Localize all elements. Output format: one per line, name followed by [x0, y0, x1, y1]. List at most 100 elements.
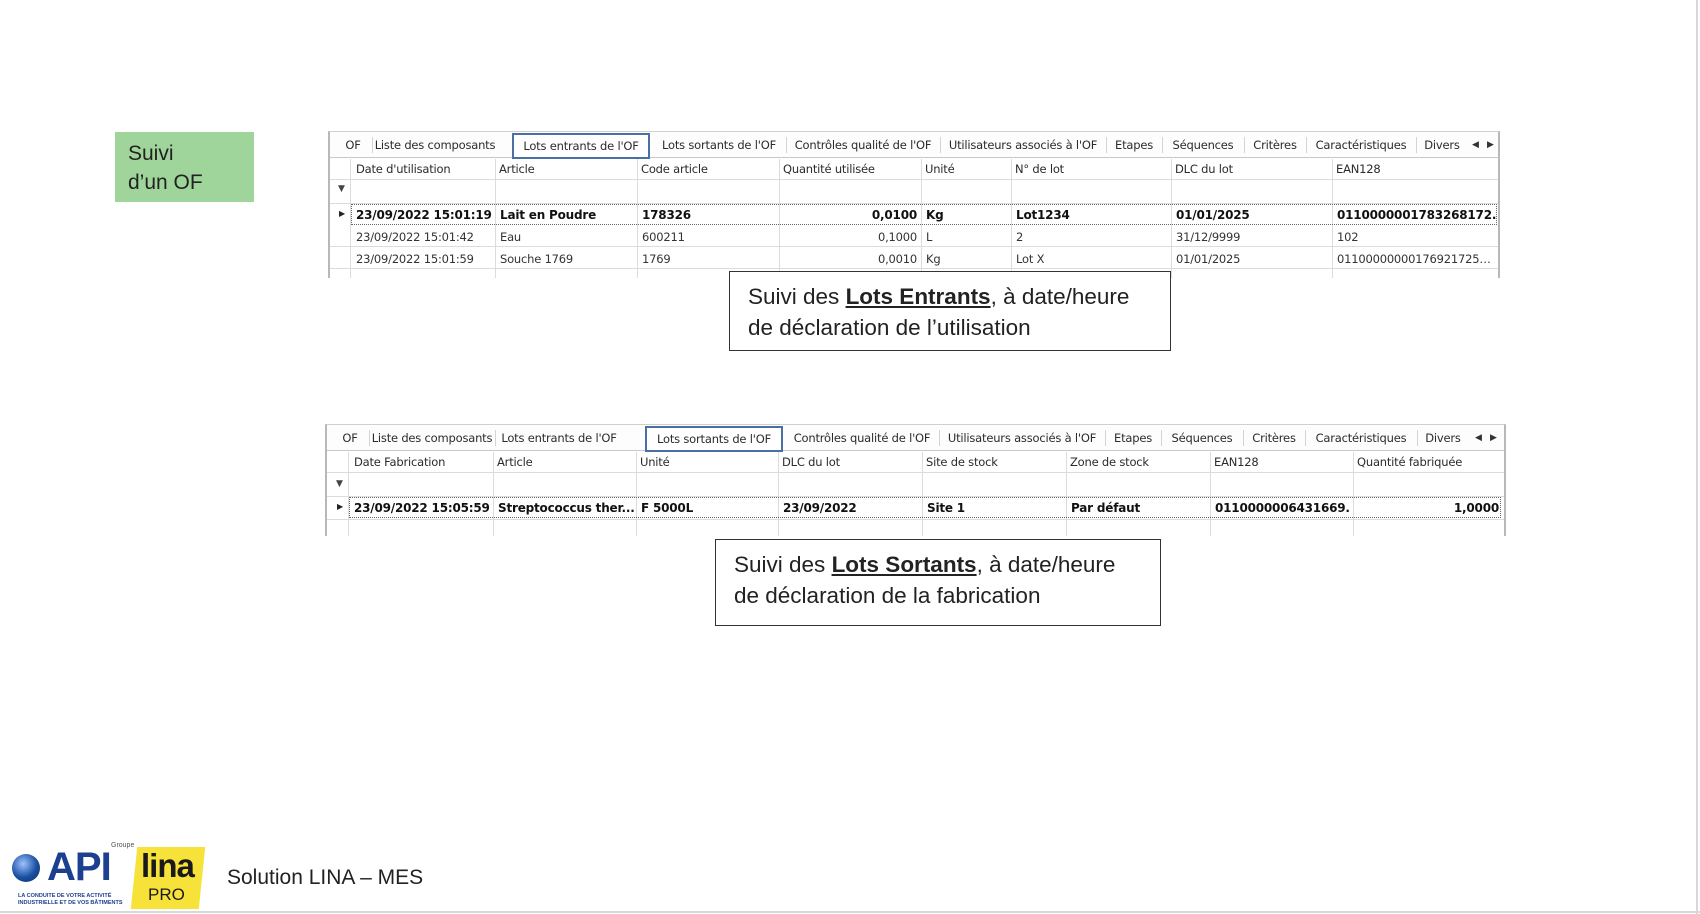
- cell-date: 23/09/2022 15:01:19: [356, 208, 492, 222]
- api-groupe-label: Groupe: [111, 842, 135, 849]
- column-header[interactable]: Site de stock: [926, 452, 998, 472]
- cell-code-article: 178326: [642, 208, 691, 222]
- chevron-left-icon[interactable]: ◀: [1472, 132, 1479, 158]
- tab-lots-entrants[interactable]: Lots entrants de l'OF: [512, 133, 650, 159]
- callout1-line1: Suivi des Lots Entrants, à date/heure: [748, 284, 1130, 309]
- api-globe-icon: [12, 854, 40, 882]
- column-header[interactable]: Quantité fabriquée: [1357, 452, 1462, 472]
- callout2-emphasis: Lots Sortants: [831, 552, 977, 577]
- tab-utilisateurs[interactable]: Utilisateurs associés à l'OF: [942, 132, 1104, 158]
- panel1-tab-bar: OF Liste des composants Lots entrants de…: [330, 132, 1498, 159]
- column-header[interactable]: Date Fabrication: [354, 452, 445, 472]
- chevron-right-icon[interactable]: ▶: [1490, 425, 1497, 451]
- page-right-border: [1696, 0, 1698, 914]
- column-header[interactable]: Article: [497, 452, 533, 472]
- panel2-tab-bar: OF Liste des composants Lots entrants de…: [327, 425, 1504, 452]
- slide-title-line2: d’un OF: [128, 171, 203, 194]
- cell-date-fabrication: 23/09/2022 15:05:59: [354, 501, 490, 515]
- tab-criteres[interactable]: Critères: [1246, 132, 1304, 158]
- cell-dlc: 23/09/2022: [783, 501, 857, 515]
- tab-caracteristiques[interactable]: Caractéristiques: [1307, 425, 1415, 451]
- cell-code-article: 600211: [642, 230, 685, 244]
- cell-unite: L: [926, 230, 933, 244]
- cell-zone-stock: Par défaut: [1071, 501, 1140, 515]
- tab-controles-qualite[interactable]: Contrôles qualité de l'OF: [788, 132, 938, 158]
- column-header[interactable]: DLC du lot: [782, 452, 840, 472]
- filter-icon[interactable]: ▼: [338, 184, 345, 194]
- cell-quantite: 0,1000: [877, 230, 917, 244]
- column-header[interactable]: EAN128: [1214, 452, 1259, 472]
- column-header[interactable]: Quantité utilisée: [783, 159, 875, 179]
- column-header[interactable]: EAN128: [1336, 159, 1381, 179]
- callout2-line2: de déclaration de la fabrication: [734, 583, 1041, 608]
- tab-liste-composants[interactable]: Liste des composants: [371, 425, 493, 451]
- tab-liste-composants[interactable]: Liste des composants: [374, 132, 496, 158]
- lina-pro-label: PRO: [148, 885, 185, 904]
- column-header[interactable]: Date d'utilisation: [356, 159, 451, 179]
- cell-unite: Kg: [926, 252, 941, 266]
- tab-divers[interactable]: Divers: [1418, 132, 1466, 158]
- callout1-emphasis: Lots Entrants: [845, 284, 991, 309]
- column-header[interactable]: Unité: [640, 452, 670, 472]
- column-header[interactable]: DLC du lot: [1175, 159, 1233, 179]
- tab-sequences[interactable]: Séquences: [1163, 425, 1241, 451]
- filter-icon[interactable]: ▼: [336, 479, 343, 489]
- cell-lot: 2: [1016, 230, 1024, 244]
- tab-divers[interactable]: Divers: [1419, 425, 1467, 451]
- api-logo: API: [47, 845, 112, 889]
- chevron-right-icon[interactable]: ▶: [1487, 132, 1494, 158]
- cell-quantite-fabriquee: 1,0000: [1453, 501, 1499, 515]
- cell-ean128: 0110000000017692172501 0...: [1337, 252, 1497, 266]
- cell-date: 23/09/2022 15:01:59: [356, 252, 474, 266]
- slide-title-line1: Suivi: [128, 142, 174, 165]
- tab-of[interactable]: OF: [336, 132, 370, 158]
- cell-site-stock: Site 1: [927, 501, 965, 515]
- cell-dlc: 01/01/2025: [1176, 208, 1250, 222]
- chevron-left-icon[interactable]: ◀: [1475, 425, 1482, 451]
- cell-quantite: 0,0100: [871, 208, 917, 222]
- column-header[interactable]: Code article: [641, 159, 708, 179]
- cell-code-article: 1769: [642, 252, 671, 266]
- tab-lots-entrants[interactable]: Lots entrants de l'OF: [497, 425, 621, 451]
- cell-ean128: 0110000006431669...: [1215, 501, 1351, 515]
- column-header[interactable]: Article: [499, 159, 535, 179]
- outgoing-lots-callout: Suivi des Lots Sortants, à date/heure de…: [715, 539, 1161, 626]
- tab-caracteristiques[interactable]: Caractéristiques: [1308, 132, 1414, 158]
- incoming-lots-callout: Suivi des Lots Entrants, à date/heure de…: [729, 271, 1171, 351]
- tab-lots-sortants[interactable]: Lots sortants de l'OF: [654, 132, 784, 158]
- tab-of[interactable]: OF: [333, 425, 367, 451]
- company-logos: API Groupe LA CONDUITE DE VOTRE ACTIVITÉ…: [10, 842, 210, 910]
- cell-ean128: 0110000001783268172...: [1337, 208, 1497, 222]
- api-tagline: LA CONDUITE DE VOTRE ACTIVITÉ INDUSTRIEL…: [18, 893, 123, 906]
- tab-etapes[interactable]: Etapes: [1108, 132, 1160, 158]
- footer-text: Solution LINA – MES: [227, 866, 424, 889]
- cell-article: Souche 1769: [500, 252, 574, 266]
- cell-lot: Lot X: [1016, 252, 1045, 266]
- column-header[interactable]: N° de lot: [1015, 159, 1064, 179]
- incoming-lots-panel: OF Liste des composants Lots entrants de…: [328, 131, 1500, 278]
- cell-quantite: 0,0010: [877, 252, 917, 266]
- cell-unite: Kg: [926, 208, 944, 222]
- callout2-line1: Suivi des Lots Sortants, à date/heure: [734, 552, 1116, 577]
- tab-criteres[interactable]: Critères: [1245, 425, 1303, 451]
- tab-controles-qualite[interactable]: Contrôles qualité de l'OF: [787, 425, 937, 451]
- column-header[interactable]: Zone de stock: [1070, 452, 1149, 472]
- tab-sequences[interactable]: Séquences: [1164, 132, 1242, 158]
- column-header[interactable]: Unité: [925, 159, 955, 179]
- tab-utilisateurs[interactable]: Utilisateurs associés à l'OF: [941, 425, 1103, 451]
- lina-logo: lina: [141, 847, 195, 884]
- page-bottom-border: [0, 911, 1700, 913]
- cell-dlc: 01/01/2025: [1176, 252, 1241, 266]
- slide-title: Suivi d’un OF: [115, 132, 254, 202]
- tab-etapes[interactable]: Etapes: [1107, 425, 1159, 451]
- cell-article: Streptococcus ther...: [498, 501, 634, 515]
- outgoing-lots-panel: OF Liste des composants Lots entrants de…: [325, 424, 1506, 536]
- row-indicator-icon: ▶: [337, 502, 344, 511]
- cell-ean128: 102: [1337, 230, 1359, 244]
- callout1-line2: de déclaration de l’utilisation: [748, 315, 1031, 340]
- cell-lot: Lot1234: [1016, 208, 1070, 222]
- cell-date: 23/09/2022 15:01:42: [356, 230, 474, 244]
- row-indicator-icon: ▶: [339, 209, 346, 218]
- cell-article: Eau: [500, 230, 522, 244]
- tab-lots-sortants[interactable]: Lots sortants de l'OF: [645, 426, 783, 452]
